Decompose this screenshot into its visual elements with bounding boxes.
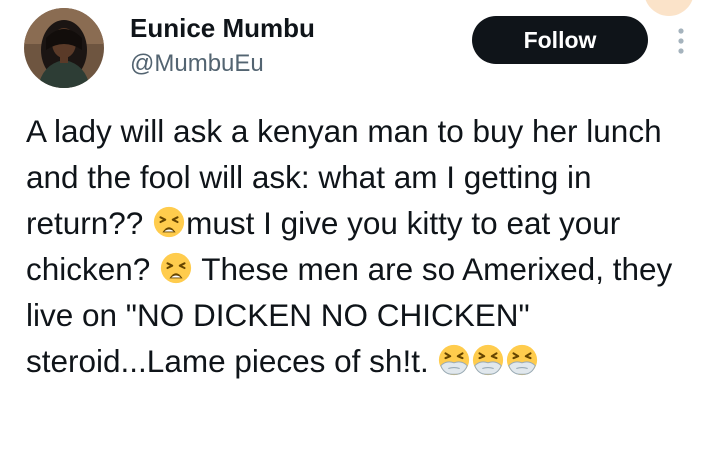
sneezing-face-icon — [507, 344, 538, 376]
sneezing-face-icon — [473, 344, 504, 376]
avatar[interactable] — [24, 8, 104, 88]
user-handle[interactable]: @MumbuEu — [130, 48, 315, 80]
weary-face-icon — [160, 252, 192, 284]
display-name[interactable]: Eunice Mumbu — [130, 12, 315, 44]
tweet-header: Eunice Mumbu @MumbuEu Follow — [0, 0, 720, 100]
follow-button[interactable]: Follow — [472, 16, 648, 64]
more-vertical-icon[interactable] — [674, 26, 688, 56]
profile-photo-icon — [24, 8, 104, 88]
tweet-text: A lady will ask a kenyan man to buy her … — [26, 108, 712, 384]
weary-face-icon — [153, 206, 185, 238]
sneezing-face-icon — [439, 344, 470, 376]
author-info: Eunice Mumbu @MumbuEu — [130, 12, 315, 80]
